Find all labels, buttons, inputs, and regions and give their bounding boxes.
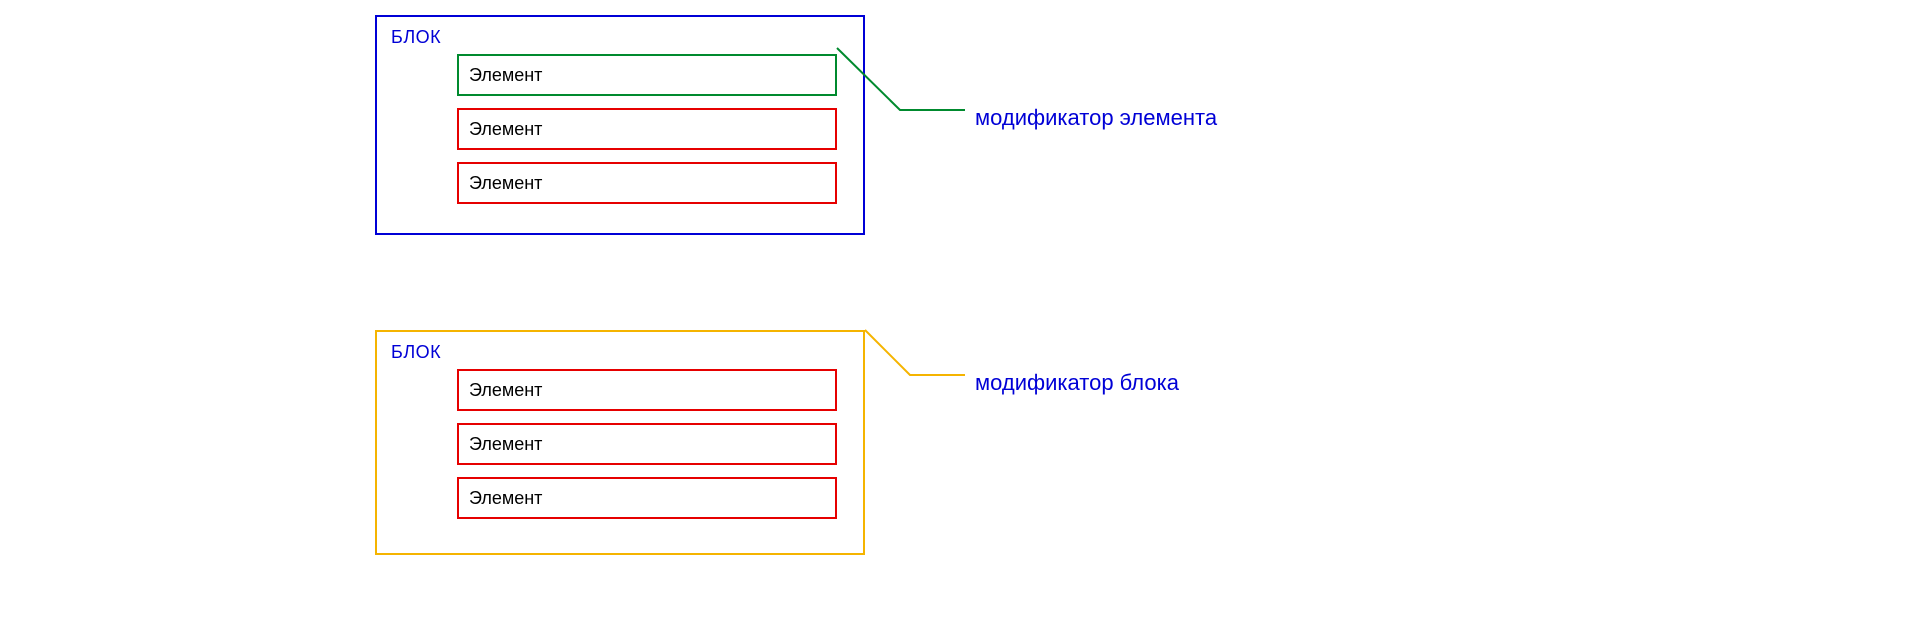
elements-container: Элемент Элемент Элемент <box>457 369 849 519</box>
element-with-modifier: Элемент <box>457 54 837 96</box>
element-label: Элемент <box>469 119 542 140</box>
leader-line-element-modifier <box>0 0 1920 636</box>
elements-container: Элемент Элемент Элемент <box>457 54 849 204</box>
element-label: Элемент <box>469 488 542 509</box>
block-title: БЛОК <box>391 27 849 48</box>
bem-block-normal: БЛОК Элемент Элемент Элемент <box>375 15 865 235</box>
bem-block-with-modifier: БЛОК Элемент Элемент Элемент <box>375 330 865 555</box>
annotation-block-modifier: модификатор блока <box>975 370 1179 396</box>
element: Элемент <box>457 162 837 204</box>
annotation-element-modifier: модификатор элемента <box>975 105 1217 131</box>
element-label: Элемент <box>469 173 542 194</box>
element-label: Элемент <box>469 380 542 401</box>
block-title: БЛОК <box>391 342 849 363</box>
element: Элемент <box>457 108 837 150</box>
element-label: Элемент <box>469 65 542 86</box>
leader-line-block-modifier <box>0 0 1920 636</box>
element: Элемент <box>457 369 837 411</box>
element-label: Элемент <box>469 434 542 455</box>
element: Элемент <box>457 477 837 519</box>
element: Элемент <box>457 423 837 465</box>
